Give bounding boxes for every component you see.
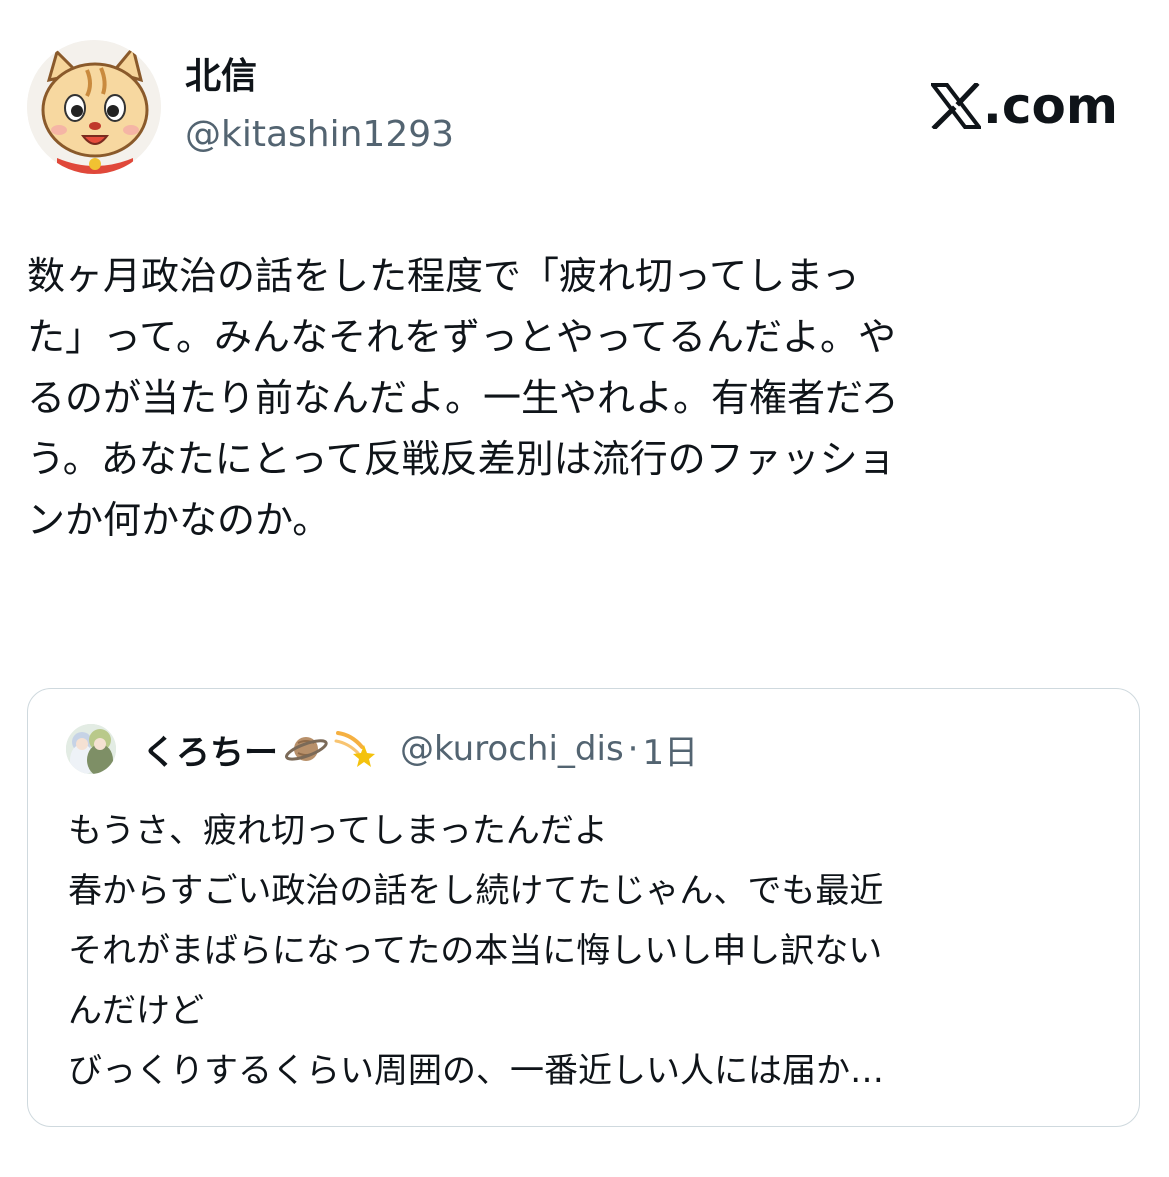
shooting-star-icon (334, 731, 375, 767)
quoted-line: びっくりするくらい周囲の、一番近しい人には届か… (68, 1051, 884, 1091)
saturn-icon (285, 737, 328, 761)
x-logo-icon (930, 83, 981, 129)
brand-text: .com (982, 77, 1118, 135)
quoted-tweet-text: もうさ、疲れ切ってしまったんだよ 春からすごい政治の話をし続けてたじゃん、でも最… (68, 801, 1108, 1101)
tweet-line: ンか何かなのか。 (27, 498, 331, 542)
cartoon-cat-avatar (27, 40, 161, 174)
quoted-timestamp[interactable]: 1日 (642, 725, 698, 774)
tweet-text: 数ヶ月政治の話をした程度で「疲れ切ってしまっ た」って。みんなそれをずっとやって… (27, 246, 1142, 551)
quoted-line: もうさ、疲れ切ってしまったんだよ (68, 811, 608, 851)
quoted-line: それがまばらになってたの本当に悔しいし申し訳ない (68, 931, 883, 971)
author-handle[interactable]: @kitashin1293 (185, 112, 454, 158)
quoted-author-avatar[interactable] (66, 724, 116, 774)
brand-logo: .com (930, 76, 1118, 136)
author-avatar[interactable] (27, 40, 161, 174)
quoted-tweet-card[interactable]: くろちー @kurochi_dis · 1日 もうさ、疲れ切ってしまったんだよ … (27, 688, 1140, 1127)
quoted-tweet-header: くろちー @kurochi_dis · 1日 (66, 723, 698, 775)
tweet-header: 北信 @kitashin1293 .com (27, 40, 1142, 174)
tweet-line: た」って。みんなそれをずっとやってるんだよ。や (27, 315, 897, 359)
quoted-line: 春からすごい政治の話をし続けてたじゃん、でも最近 (68, 871, 884, 911)
separator-dot: · (627, 729, 639, 769)
tweet-line: う。あなたにとって反戦反差別は流行のファッショ (27, 437, 896, 481)
tweet-line: るのが当たり前なんだよ。一生やれよ。有権者だろ (27, 376, 899, 420)
anime-characters-avatar-icon (66, 724, 116, 774)
tweet-line: 数ヶ月政治の話をした程度で「疲れ切ってしまっ (27, 254, 860, 298)
quoted-display-name[interactable]: くろちー (142, 725, 278, 774)
quoted-handle[interactable]: @kurochi_dis (400, 729, 624, 769)
author-display-name[interactable]: 北信 (185, 54, 257, 100)
quoted-line: んだけど (68, 991, 204, 1031)
